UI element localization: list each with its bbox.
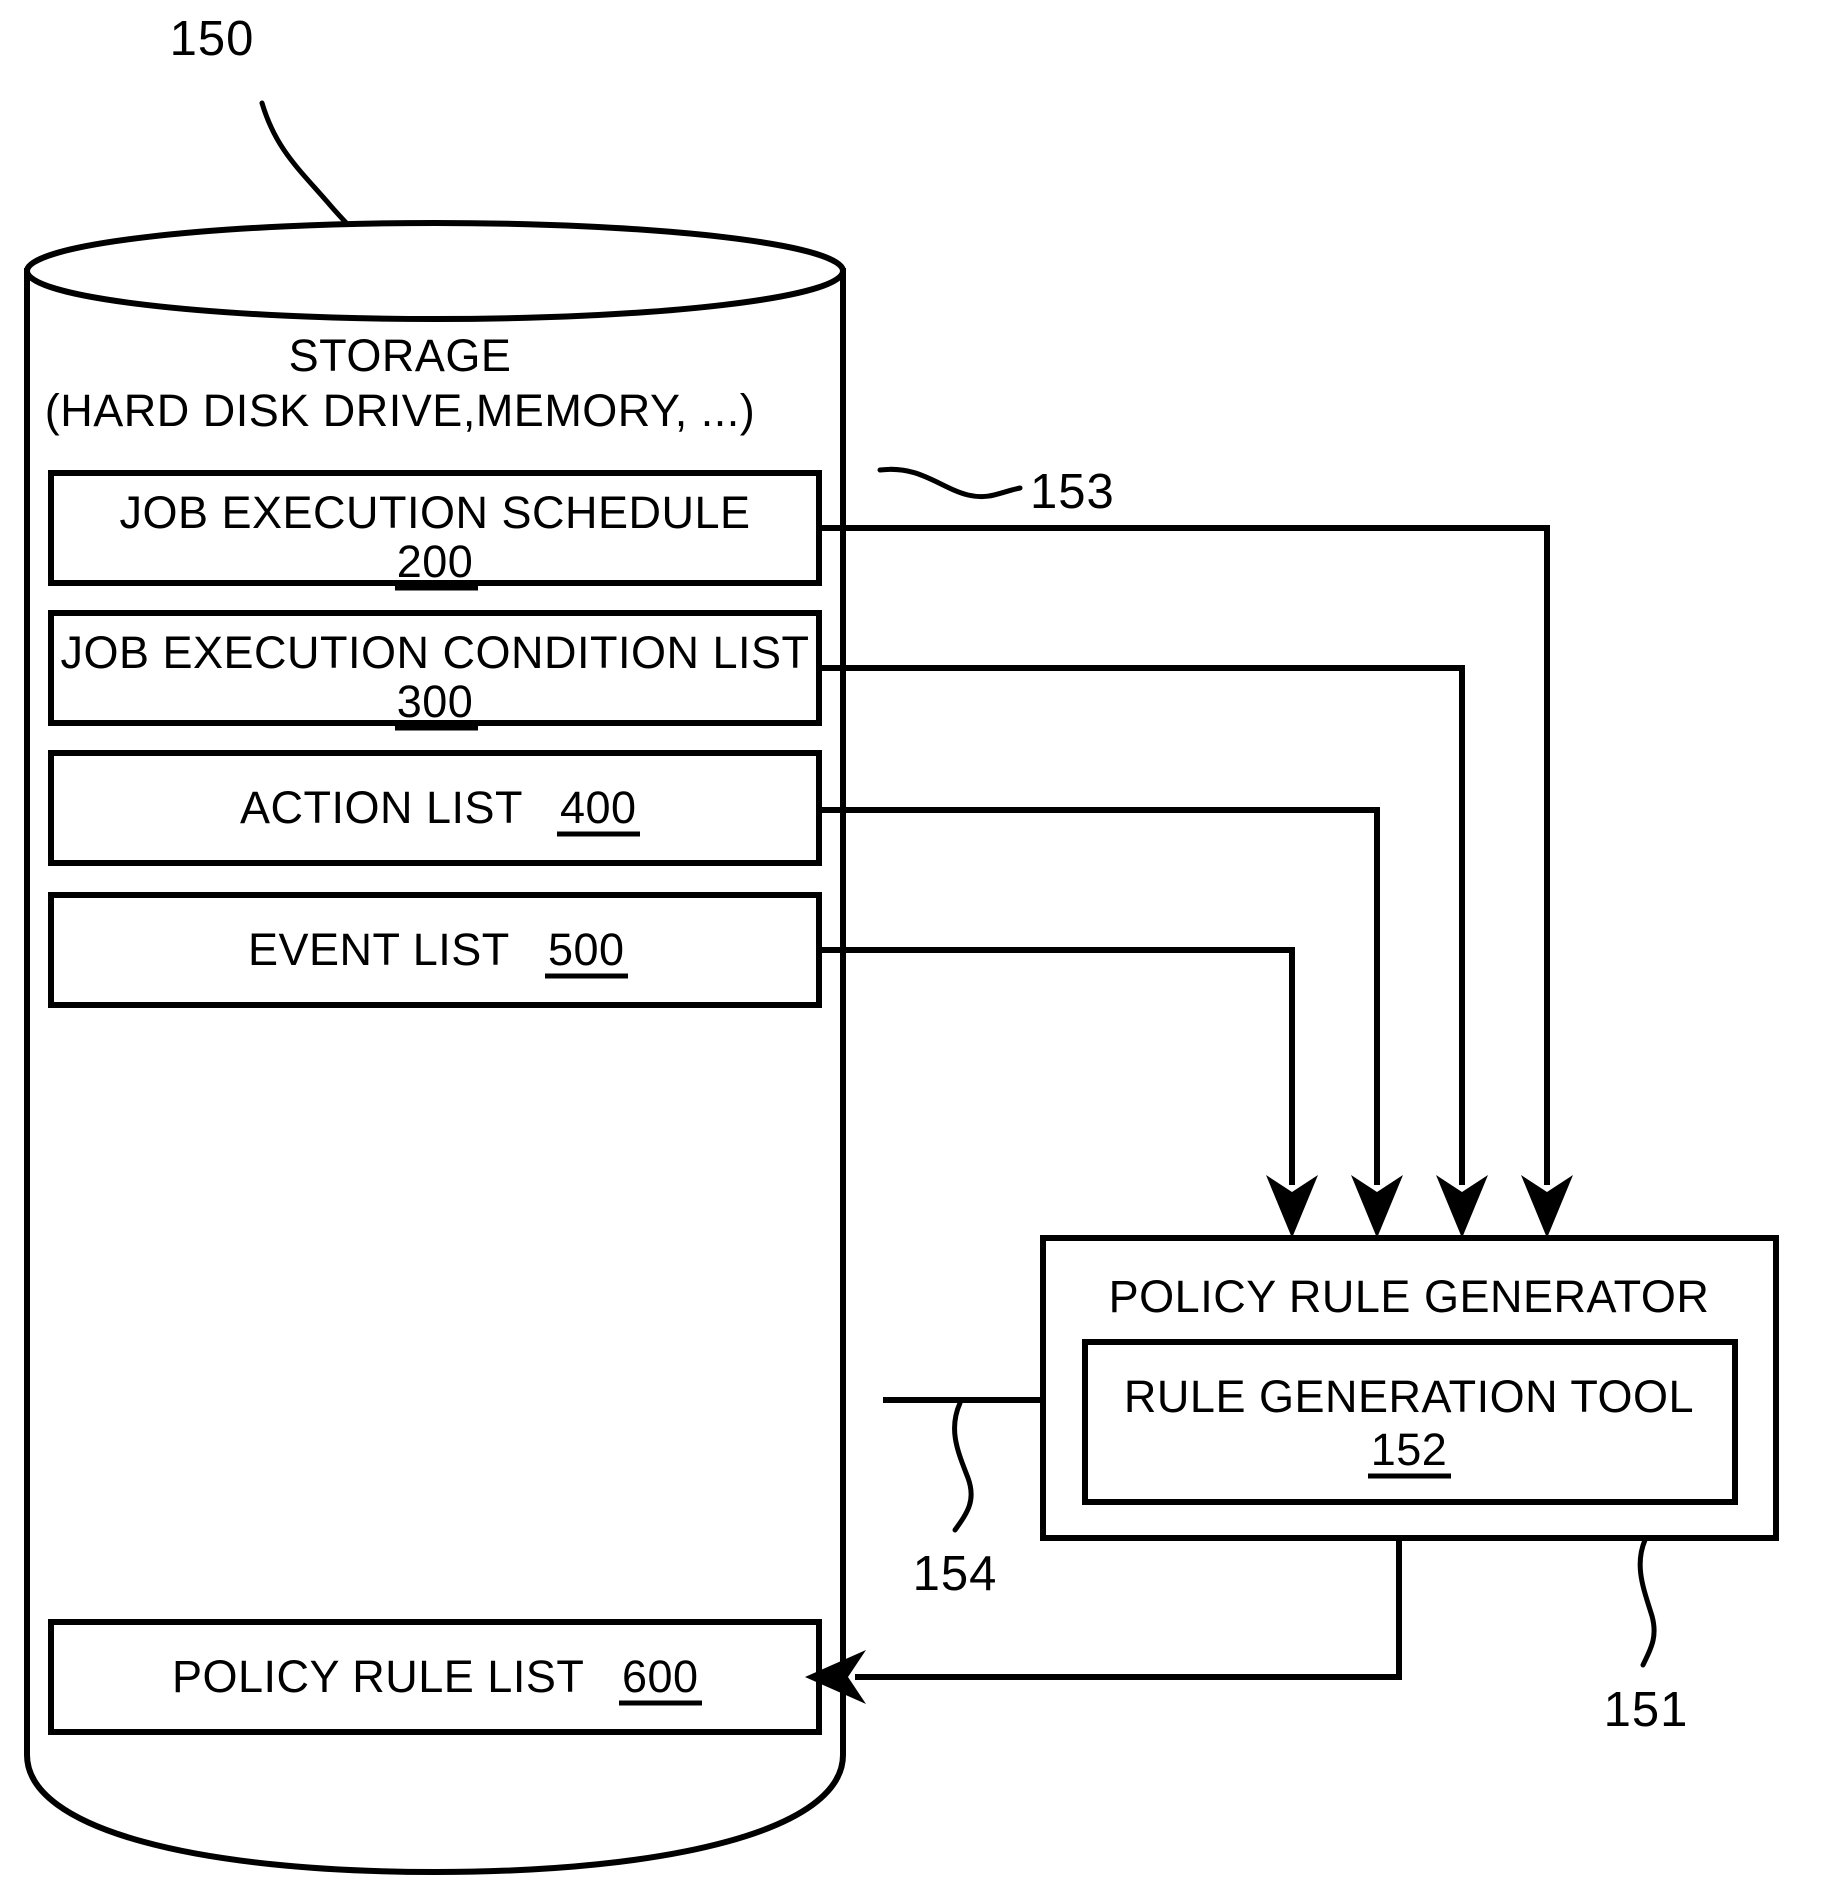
ref-154-leader — [952, 1400, 974, 1533]
item-label-2: ACTION LIST — [240, 782, 523, 833]
item-label-0: JOB EXECUTION SCHEDULE — [119, 487, 750, 538]
storage-item-policy-rule-list[interactable]: POLICY RULE LIST 600 — [48, 1619, 822, 1735]
connector-generator-to-policy-rule-list — [805, 1538, 1402, 1704]
storage-title-line1: STORAGE — [289, 330, 512, 381]
ref-153-label: 153 — [1030, 465, 1115, 519]
storage-item-action-list[interactable]: ACTION LIST 400 — [48, 750, 822, 866]
connector-action-to-generator — [819, 807, 1403, 1238]
item-ref-0: 200 — [397, 536, 474, 587]
ref-151-leader — [1637, 1537, 1657, 1668]
storage-item-event-list[interactable]: EVENT LIST 500 — [48, 892, 822, 1008]
figure-reference-150: 150 — [170, 12, 255, 66]
storage-item-job-execution-condition-list[interactable]: JOB EXECUTION CONDITION LIST 300 — [48, 610, 822, 731]
figure-canvas: STORAGE (HARD DISK DRIVE,MEMORY, ...) 15… — [24, 12, 1779, 1876]
rule-generation-tool-label: RULE GENERATION TOOL — [1124, 1371, 1694, 1422]
connector-event-to-generator — [819, 947, 1318, 1238]
policy-rule-list-label: POLICY RULE LIST — [172, 1651, 584, 1702]
item-ref-3: 500 — [548, 924, 625, 975]
ref-153-leader — [877, 466, 1023, 500]
storage-item-job-execution-schedule[interactable]: JOB EXECUTION SCHEDULE 200 — [48, 470, 822, 591]
item-label-3: EVENT LIST — [248, 924, 510, 975]
rule-generation-tool-ref: 152 — [1371, 1424, 1448, 1475]
policy-rule-list-ref: 600 — [622, 1651, 699, 1702]
storage-title-line2: (HARD DISK DRIVE,MEMORY, ...) — [45, 385, 755, 436]
item-ref-2: 400 — [560, 782, 637, 833]
policy-rule-generator-label: POLICY RULE GENERATOR — [1109, 1271, 1710, 1322]
item-label-1: JOB EXECUTION CONDITION LIST — [60, 627, 809, 678]
ref-154-label: 154 — [913, 1547, 998, 1601]
item-ref-1: 300 — [397, 676, 474, 727]
rule-generation-tool-box[interactable]: RULE GENERATION TOOL 152 — [1082, 1339, 1738, 1505]
ref-151-label: 151 — [1604, 1683, 1689, 1737]
patent-figure: STORAGE (HARD DISK DRIVE,MEMORY, ...) 15… — [0, 0, 1822, 1903]
